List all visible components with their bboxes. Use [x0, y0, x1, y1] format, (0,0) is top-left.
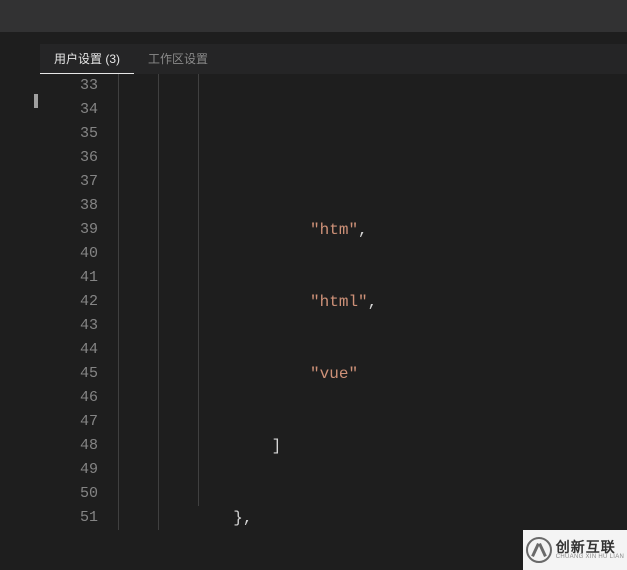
line-number: 49	[40, 458, 98, 482]
line-number: 33	[40, 74, 98, 98]
main-panel: 用户设置 (3) 工作区设置 3334353637383940414243444…	[40, 44, 627, 570]
code-region[interactable]: 33343536373839404142434445464748495051 "…	[40, 74, 627, 570]
line-number: 37	[40, 170, 98, 194]
code-line[interactable]: "htm",	[118, 218, 627, 242]
watermark-text: 创新互联 CHUANG XIN HU LIAN	[556, 540, 624, 560]
overview-ruler-marker	[34, 94, 38, 108]
settings-tabs: 用户设置 (3) 工作区设置	[40, 44, 627, 74]
code-line[interactable]: "vue"	[118, 362, 627, 386]
watermark-logo-icon	[526, 537, 552, 563]
line-number: 46	[40, 386, 98, 410]
line-number: 40	[40, 242, 98, 266]
activity-strip	[0, 44, 40, 570]
line-number: 34	[40, 98, 98, 122]
line-number: 44	[40, 338, 98, 362]
code-line[interactable]: "html",	[118, 290, 627, 314]
watermark-subtitle: CHUANG XIN HU LIAN	[556, 554, 624, 560]
indent-guide	[198, 74, 199, 506]
line-number: 38	[40, 194, 98, 218]
watermark: 创新互联 CHUANG XIN HU LIAN	[523, 530, 627, 570]
code-line[interactable]: },	[118, 506, 627, 530]
line-number: 39	[40, 218, 98, 242]
line-number: 35	[40, 122, 98, 146]
indent-guide	[158, 74, 159, 530]
editor-area: 用户设置 (3) 工作区设置 3334353637383940414243444…	[0, 44, 627, 570]
line-number: 41	[40, 266, 98, 290]
line-number-gutter: 33343536373839404142434445464748495051	[40, 74, 118, 570]
title-bar-spacer	[0, 32, 627, 44]
indent-guide	[118, 74, 119, 530]
line-number: 51	[40, 506, 98, 530]
line-number: 50	[40, 482, 98, 506]
watermark-title: 创新互联	[556, 540, 624, 554]
line-number: 36	[40, 146, 98, 170]
line-number: 42	[40, 290, 98, 314]
line-number: 48	[40, 434, 98, 458]
line-number: 47	[40, 410, 98, 434]
code-line[interactable]: ]	[118, 434, 627, 458]
tab-user-settings[interactable]: 用户设置 (3)	[40, 44, 134, 74]
line-number: 43	[40, 314, 98, 338]
title-bar	[0, 0, 627, 32]
tab-workspace-settings[interactable]: 工作区设置	[134, 44, 222, 74]
code-lines[interactable]: "htm", "html", "vue" ] }, "editor.fontSi…	[118, 74, 627, 570]
line-number: 45	[40, 362, 98, 386]
